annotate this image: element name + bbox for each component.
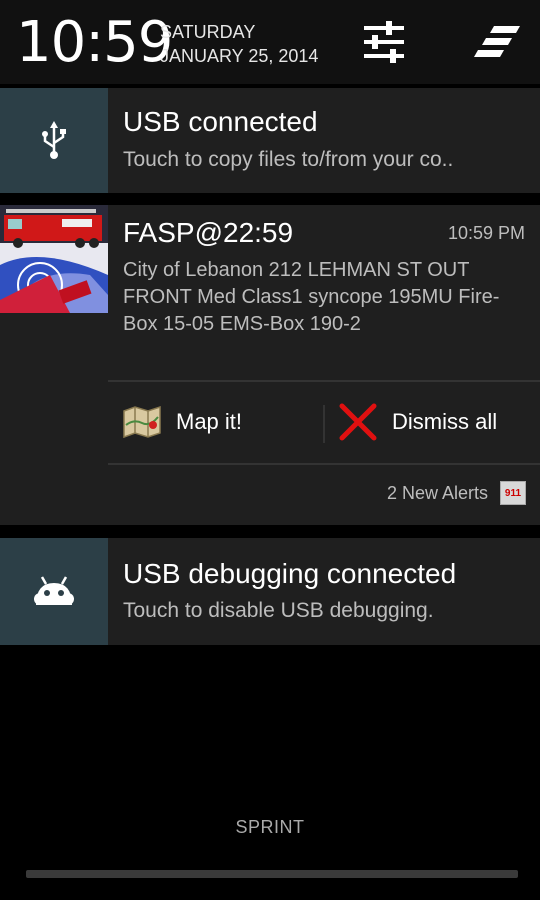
x-icon bbox=[339, 403, 377, 441]
drawer-drag-handle[interactable] bbox=[26, 870, 518, 878]
notification-subtitle: Touch to disable USB debugging. bbox=[123, 599, 434, 622]
fasp-alert-notification[interactable]: FASP@22:59 10:59 PM City of Lebanon 212 … bbox=[0, 205, 540, 525]
clear-all-icon bbox=[474, 26, 520, 57]
usb-icon-tile bbox=[0, 88, 108, 193]
day-label: SATURDAY bbox=[160, 22, 256, 42]
alerts-count: 2 New Alerts bbox=[386, 482, 488, 503]
fire-truck-image bbox=[0, 205, 108, 313]
911-badge-icon: 911 bbox=[500, 481, 526, 505]
notification-time: 10:59 PM bbox=[447, 223, 525, 243]
usb-icon bbox=[42, 120, 66, 159]
date-label: JANUARY 25, 2014 bbox=[160, 46, 319, 66]
action-separator bbox=[323, 405, 325, 443]
usb-connected-notification[interactable]: USB connected Touch to copy files to/fro… bbox=[0, 88, 540, 193]
carrier-label: SPRINT bbox=[235, 817, 305, 837]
dismiss-all-button[interactable]: Dismiss all bbox=[338, 397, 497, 447]
quick-settings-button[interactable] bbox=[360, 18, 408, 66]
map-it-label: Map it! bbox=[176, 409, 243, 434]
divider bbox=[108, 380, 540, 382]
android-icon bbox=[34, 575, 74, 605]
quick-settings-sliders-icon bbox=[364, 21, 404, 63]
map-icon bbox=[123, 405, 161, 439]
clock: 10:59 bbox=[16, 10, 173, 75]
notification-title: USB connected bbox=[123, 106, 318, 137]
status-header: 10:59 SATURDAY JANUARY 25, 2014 bbox=[0, 0, 540, 84]
notification-title: USB debugging connected bbox=[123, 558, 457, 589]
android-icon-tile bbox=[0, 538, 108, 645]
clear-all-button[interactable] bbox=[474, 20, 524, 64]
alerts-summary: 2 New Alerts 911 bbox=[387, 481, 526, 505]
notification-body: City of Lebanon 212 LEHMAN ST OUT FRONT … bbox=[123, 259, 500, 335]
usb-debugging-notification[interactable]: USB debugging connected Touch to disable… bbox=[0, 538, 540, 645]
date-display: SATURDAY JANUARY 25, 2014 bbox=[160, 20, 318, 68]
divider bbox=[108, 463, 540, 465]
map-it-button[interactable]: Map it! bbox=[122, 397, 242, 447]
notification-title: FASP@22:59 bbox=[123, 217, 294, 248]
dismiss-all-label: Dismiss all bbox=[392, 409, 498, 434]
notification-subtitle: Touch to copy files to/from your co.. bbox=[123, 148, 454, 171]
